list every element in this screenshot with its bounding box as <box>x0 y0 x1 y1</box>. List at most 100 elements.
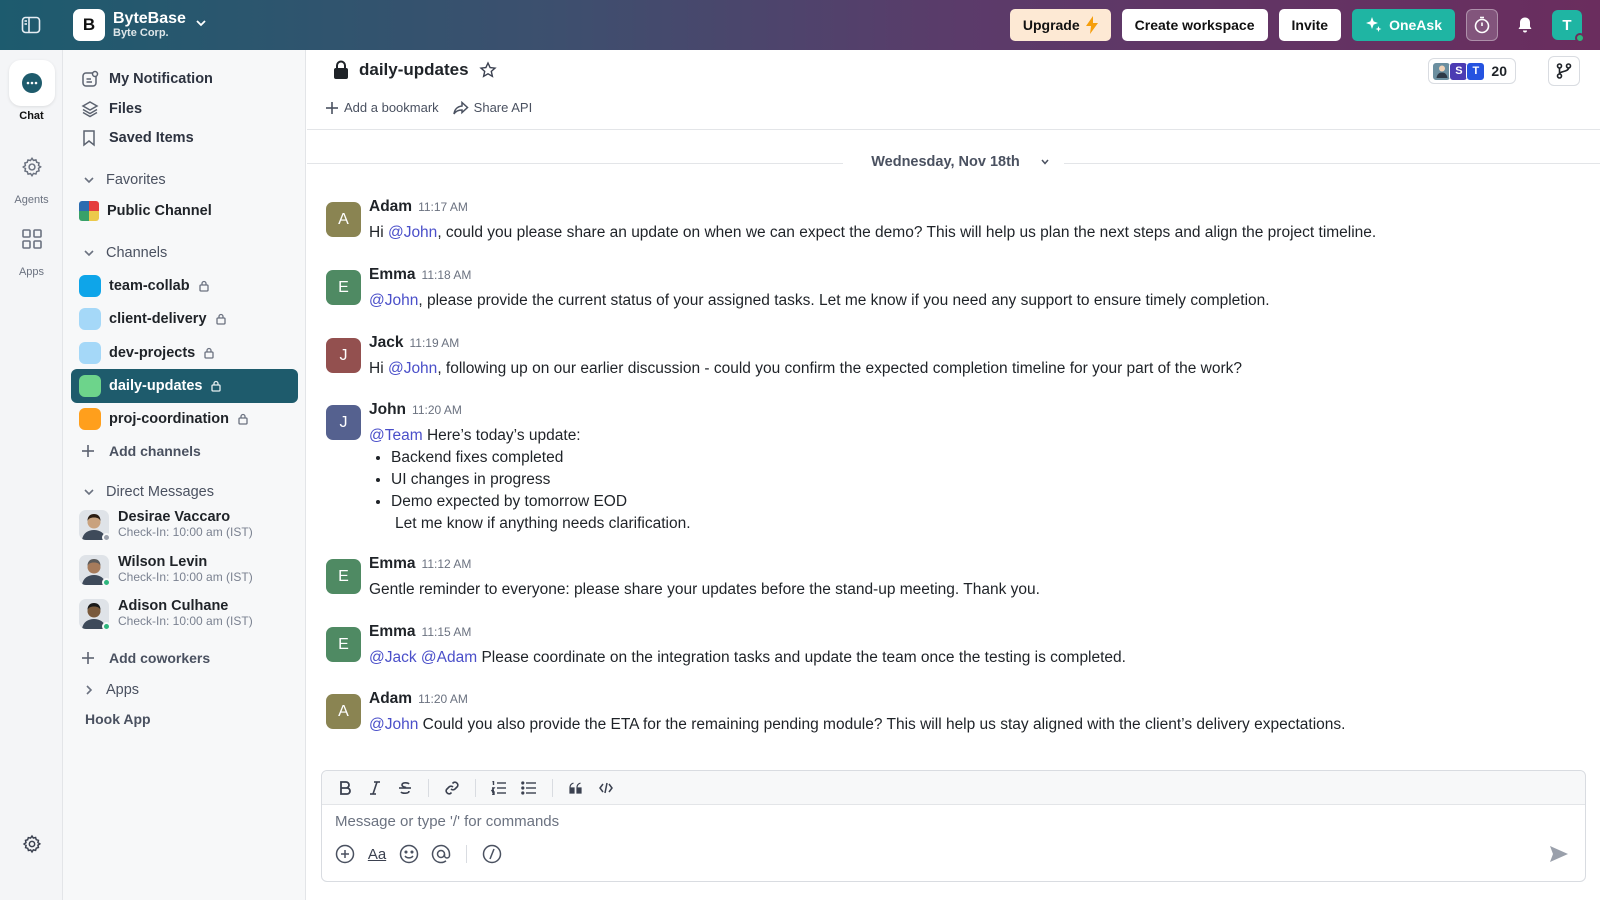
star-icon[interactable] <box>478 61 497 79</box>
presence-dot <box>102 578 111 587</box>
message-author[interactable]: Emma <box>369 266 416 284</box>
sidebar-item-hook-app[interactable]: Hook App <box>85 711 151 727</box>
avatar[interactable]: E <box>326 627 361 662</box>
add-coworkers-button[interactable]: Add coworkers <box>71 646 298 670</box>
add-channels-button[interactable]: Add channels <box>71 439 298 463</box>
message-author[interactable]: Emma <box>369 623 416 641</box>
grid-apps-icon <box>9 216 55 262</box>
add-attachment-icon[interactable] <box>334 843 356 865</box>
git-branch-icon[interactable] <box>1548 56 1580 86</box>
mention-link[interactable]: @Team <box>369 427 423 444</box>
message-text: @John, please provide the current status… <box>369 290 1270 312</box>
slash-command-icon[interactable] <box>481 843 503 865</box>
link-icon[interactable] <box>439 775 465 801</box>
message-content: Could you also provide the ETA for the r… <box>418 716 1346 733</box>
dm-item[interactable]: Adison Culhane Check-In: 10:00 am (IST) <box>71 594 298 634</box>
rail-agents[interactable]: Agents <box>0 144 63 206</box>
sidebar-item-channel-dev-projects[interactable]: dev-projects <box>71 336 298 370</box>
avatar[interactable]: A <box>326 202 361 237</box>
invite-button[interactable]: Invite <box>1278 9 1342 41</box>
mention-link[interactable]: @Jack @Adam <box>369 649 477 666</box>
notifications-bell-icon[interactable] <box>1509 9 1541 41</box>
avatar[interactable]: E <box>326 270 361 305</box>
bold-icon[interactable] <box>332 775 358 801</box>
sidebar-item-files[interactable]: Files <box>71 96 298 122</box>
chevron-down-icon[interactable] <box>194 16 208 30</box>
avatar[interactable]: J <box>326 338 361 373</box>
mention-link[interactable]: @John <box>388 360 437 377</box>
strikethrough-icon[interactable] <box>392 775 418 801</box>
sidebar-item-saved-items[interactable]: Saved Items <box>71 125 298 151</box>
settings-button[interactable] <box>0 821 63 867</box>
sidebar-item-channel-proj-coordination[interactable]: proj-coordination <box>71 402 298 436</box>
sidebar-item-label: Saved Items <box>109 130 194 146</box>
channel-label: Public Channel <box>107 203 212 219</box>
workspace-switcher[interactable]: ByteBase Byte Corp. <box>113 10 186 39</box>
avatar <box>79 599 111 631</box>
direct-messages-section-toggle[interactable]: Direct Messages <box>71 481 298 503</box>
quote-icon[interactable] <box>563 775 589 801</box>
share-api-button[interactable]: Share API <box>452 100 532 115</box>
message[interactable]: E Emma 11:18 AM @John, please provide the c… <box>326 266 1270 312</box>
message-author[interactable]: Jack <box>369 334 403 352</box>
mention-link[interactable]: @John <box>369 292 418 309</box>
create-workspace-button[interactable]: Create workspace <box>1121 9 1268 41</box>
text-format-button[interactable]: Aa <box>366 843 388 865</box>
message-text: @John Could you also provide the ETA for… <box>369 714 1345 736</box>
sidebar-item-channel-client-delivery[interactable]: client-delivery <box>71 302 298 336</box>
italic-icon[interactable] <box>362 775 388 801</box>
channels-section-toggle[interactable]: Channels <box>71 242 298 264</box>
code-icon[interactable] <box>593 775 619 801</box>
message[interactable]: A Adam 11:17 AM Hi @John, could you please … <box>326 198 1376 244</box>
members-button[interactable]: S T 20 <box>1428 58 1516 84</box>
ordered-list-icon[interactable] <box>486 775 512 801</box>
message-input[interactable] <box>335 813 1535 830</box>
sidebar-item-my-notification[interactable]: My Notification <box>71 66 298 92</box>
sidebar-item-channel-team-collab[interactable]: team-collab <box>71 269 298 303</box>
apps-section-toggle[interactable]: Apps <box>71 679 298 701</box>
add-bookmark-button[interactable]: Add a bookmark <box>325 100 439 115</box>
mention-icon[interactable] <box>430 843 452 865</box>
avatar[interactable]: J <box>326 405 361 440</box>
sidebar-item-public-channel[interactable]: Public Channel <box>71 194 298 228</box>
channel-label: dev-projects <box>109 345 196 361</box>
sidebar-toggle-icon[interactable] <box>0 0 62 50</box>
rail-chat[interactable]: Chat <box>0 60 63 122</box>
dm-item[interactable]: Wilson Levin Check-In: 10:00 am (IST) <box>71 550 298 590</box>
user-avatar[interactable]: T <box>1552 10 1585 43</box>
settings-gear-icon <box>9 821 55 867</box>
rail-apps[interactable]: Apps <box>0 216 63 278</box>
avatar-initial: J <box>339 413 348 431</box>
favorites-section-toggle[interactable]: Favorites <box>71 169 298 191</box>
message-author[interactable]: Emma <box>369 555 416 573</box>
send-icon[interactable] <box>1549 845 1569 863</box>
oneask-button[interactable]: OneAsk <box>1352 9 1455 41</box>
message[interactable]: J John 11:20 AM @Team Here’s today’s update… <box>326 401 691 535</box>
avatar <box>79 510 111 542</box>
add-channels-label: Add channels <box>109 443 201 459</box>
avatar[interactable]: E <box>326 559 361 594</box>
message-author[interactable]: John <box>369 401 406 419</box>
mention-link[interactable]: @John <box>369 716 418 733</box>
sidebar-item-channel-daily-updates[interactable]: daily-updates <box>71 369 298 403</box>
plus-icon <box>326 101 338 114</box>
message-author[interactable]: Adam <box>369 690 412 708</box>
bullet-list-icon[interactable] <box>516 775 542 801</box>
message-author[interactable]: Adam <box>369 198 412 216</box>
chevron-down-icon <box>1041 159 1049 165</box>
avatar-initial: E <box>338 635 349 653</box>
dm-item[interactable]: Desirae Vaccaro Check-In: 10:00 am (IST) <box>71 505 298 545</box>
avatar[interactable]: A <box>326 694 361 729</box>
stopwatch-icon <box>1474 16 1490 34</box>
upgrade-button[interactable]: Upgrade <box>1009 9 1111 41</box>
mention-link[interactable]: @John <box>388 224 437 241</box>
message[interactable]: A Adam 11:20 AM @John Could you also provid… <box>326 690 1345 736</box>
workspace-logo[interactable]: B <box>73 9 105 41</box>
date-divider-button[interactable]: Wednesday, Nov 18th <box>843 154 1064 170</box>
message[interactable]: J Jack 11:19 AM Hi @John, following up on o… <box>326 334 1242 380</box>
timer-button[interactable] <box>1466 9 1498 41</box>
emoji-icon[interactable] <box>398 843 420 865</box>
top-bar: B ByteBase Byte Corp. Upgrade Create wor… <box>0 0 1600 50</box>
message[interactable]: E Emma 11:12 AM Gentle reminder to everyone… <box>326 555 1040 601</box>
message[interactable]: E Emma 11:15 AM @Jack @Adam Please coordina… <box>326 623 1126 669</box>
